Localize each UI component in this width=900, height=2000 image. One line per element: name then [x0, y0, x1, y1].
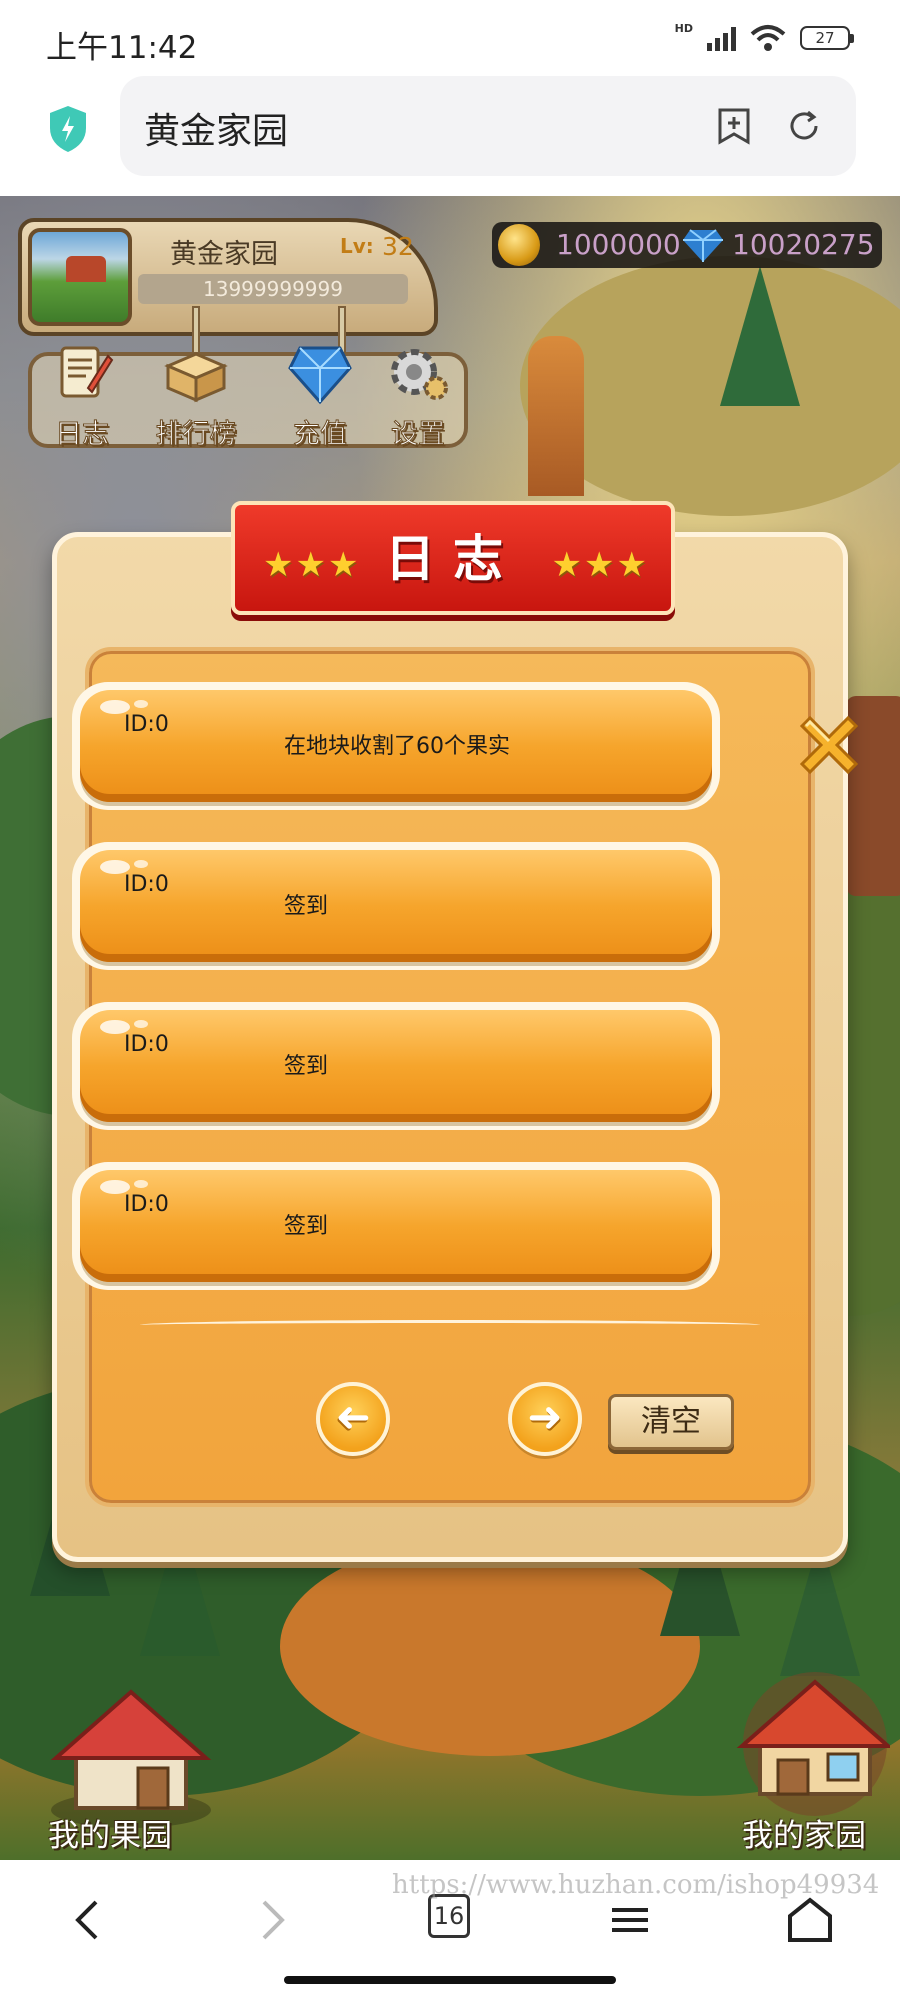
level-label: Lv: [340, 234, 374, 258]
log-entry-text: 签到 [284, 1214, 329, 1239]
forward-icon[interactable] [242, 1890, 302, 1950]
player-profile-panel[interactable]: 黄金家园 Lv: 32 13999999999 [18, 218, 438, 336]
close-icon[interactable] [792, 708, 866, 782]
menu-settings-button[interactable]: 设置 [370, 342, 466, 451]
signal-icon [707, 25, 736, 51]
menu-settings-label: 设置 [391, 419, 446, 451]
security-shield-icon[interactable] [46, 104, 90, 154]
menu-recharge-button[interactable]: 充值 [272, 342, 368, 451]
menu-log-label: 日志 [55, 419, 110, 451]
log-entry-button[interactable]: ID:0 签到 [80, 1010, 712, 1122]
browser-address-row: 黄金家园 [0, 76, 900, 196]
network-type: HD [674, 21, 693, 35]
home-indicator[interactable] [284, 1976, 616, 1984]
log-entry-text: 签到 [284, 1054, 329, 1079]
status-time: 上午11:42 [46, 30, 198, 66]
add-bookmark-icon[interactable] [714, 106, 754, 146]
castle-tower [528, 336, 584, 496]
background-hill [280, 1536, 700, 1756]
player-account: 13999999999 [138, 274, 408, 304]
menu-log-button[interactable]: 日志 [34, 342, 130, 451]
address-text[interactable]: 黄金家园 [144, 102, 288, 154]
currency-bar: 1000000 10020275 [492, 222, 882, 268]
gold-coin-icon [498, 224, 540, 266]
menu-ranking-button[interactable]: 排行榜 [148, 342, 244, 451]
status-bar: 上午11:42 HD 27 [0, 0, 900, 76]
list-scroll-edge [140, 1320, 760, 1330]
log-dialog-banner: ★★★ 日志 ★★★ [231, 501, 675, 615]
log-entry[interactable]: ID:0 签到 [72, 842, 720, 970]
scroll-pen-icon [60, 346, 114, 398]
log-entry[interactable]: ID:0 签到 [72, 1002, 720, 1130]
player-level: 32 [382, 232, 414, 261]
log-entry[interactable]: ID:0 在地块收割了60个果实 [72, 682, 720, 810]
address-bar[interactable]: 黄金家园 [120, 76, 856, 176]
log-entry-text: 在地块收割了60个果实 [284, 734, 510, 759]
player-avatar[interactable] [28, 228, 132, 326]
orchard-house-icon[interactable] [46, 1680, 216, 1830]
diamond-amount: 10020275 [732, 228, 875, 261]
log-entry-button[interactable]: ID:0 签到 [80, 850, 712, 962]
crystal-icon [288, 346, 352, 405]
log-entry-id: ID:0 [124, 872, 169, 897]
wifi-icon [750, 25, 786, 51]
game-canvas[interactable]: 黄金家园 Lv: 32 13999999999 1000000 10020275… [0, 196, 900, 1860]
log-entry-id: ID:0 [124, 712, 169, 737]
player-name: 黄金家园 [170, 239, 278, 270]
log-entry-button[interactable]: ID:0 在地块收割了60个果实 [80, 690, 712, 802]
tabs-button[interactable]: 16 [428, 1894, 470, 1938]
gold-amount: 1000000 [556, 228, 681, 261]
diamond-icon [683, 229, 723, 262]
my-home-label[interactable]: 我的家园 [742, 1810, 866, 1855]
gear-icon [391, 349, 448, 400]
clear-log-button[interactable]: 清空 [608, 1394, 734, 1450]
status-icons: HD 27 [674, 21, 854, 52]
menu-ranking-label: 排行榜 [155, 419, 237, 451]
ranking-box-icon [164, 352, 228, 403]
home-house-icon[interactable] [720, 1666, 890, 1816]
battery-icon: 27 [800, 26, 854, 50]
log-entry-text: 签到 [284, 894, 329, 919]
log-entry[interactable]: ID:0 签到 [72, 1162, 720, 1290]
log-entry-id: ID:0 [124, 1192, 169, 1217]
refresh-icon[interactable] [784, 106, 824, 146]
back-icon[interactable] [58, 1890, 118, 1950]
menu-recharge-label: 充值 [293, 419, 348, 451]
log-entry-button[interactable]: ID:0 签到 [80, 1170, 712, 1282]
my-orchard-label[interactable]: 我的果园 [48, 1810, 172, 1855]
tree [720, 266, 800, 406]
prev-page-button[interactable]: ➜ [316, 1382, 390, 1456]
log-entry-id: ID:0 [124, 1032, 169, 1057]
next-page-button[interactable]: ➜ [508, 1382, 582, 1456]
watermark-text: https://www.huzhan.com/ishop49934 [392, 1870, 880, 1900]
star-icons-right: ★★★ [551, 545, 649, 585]
